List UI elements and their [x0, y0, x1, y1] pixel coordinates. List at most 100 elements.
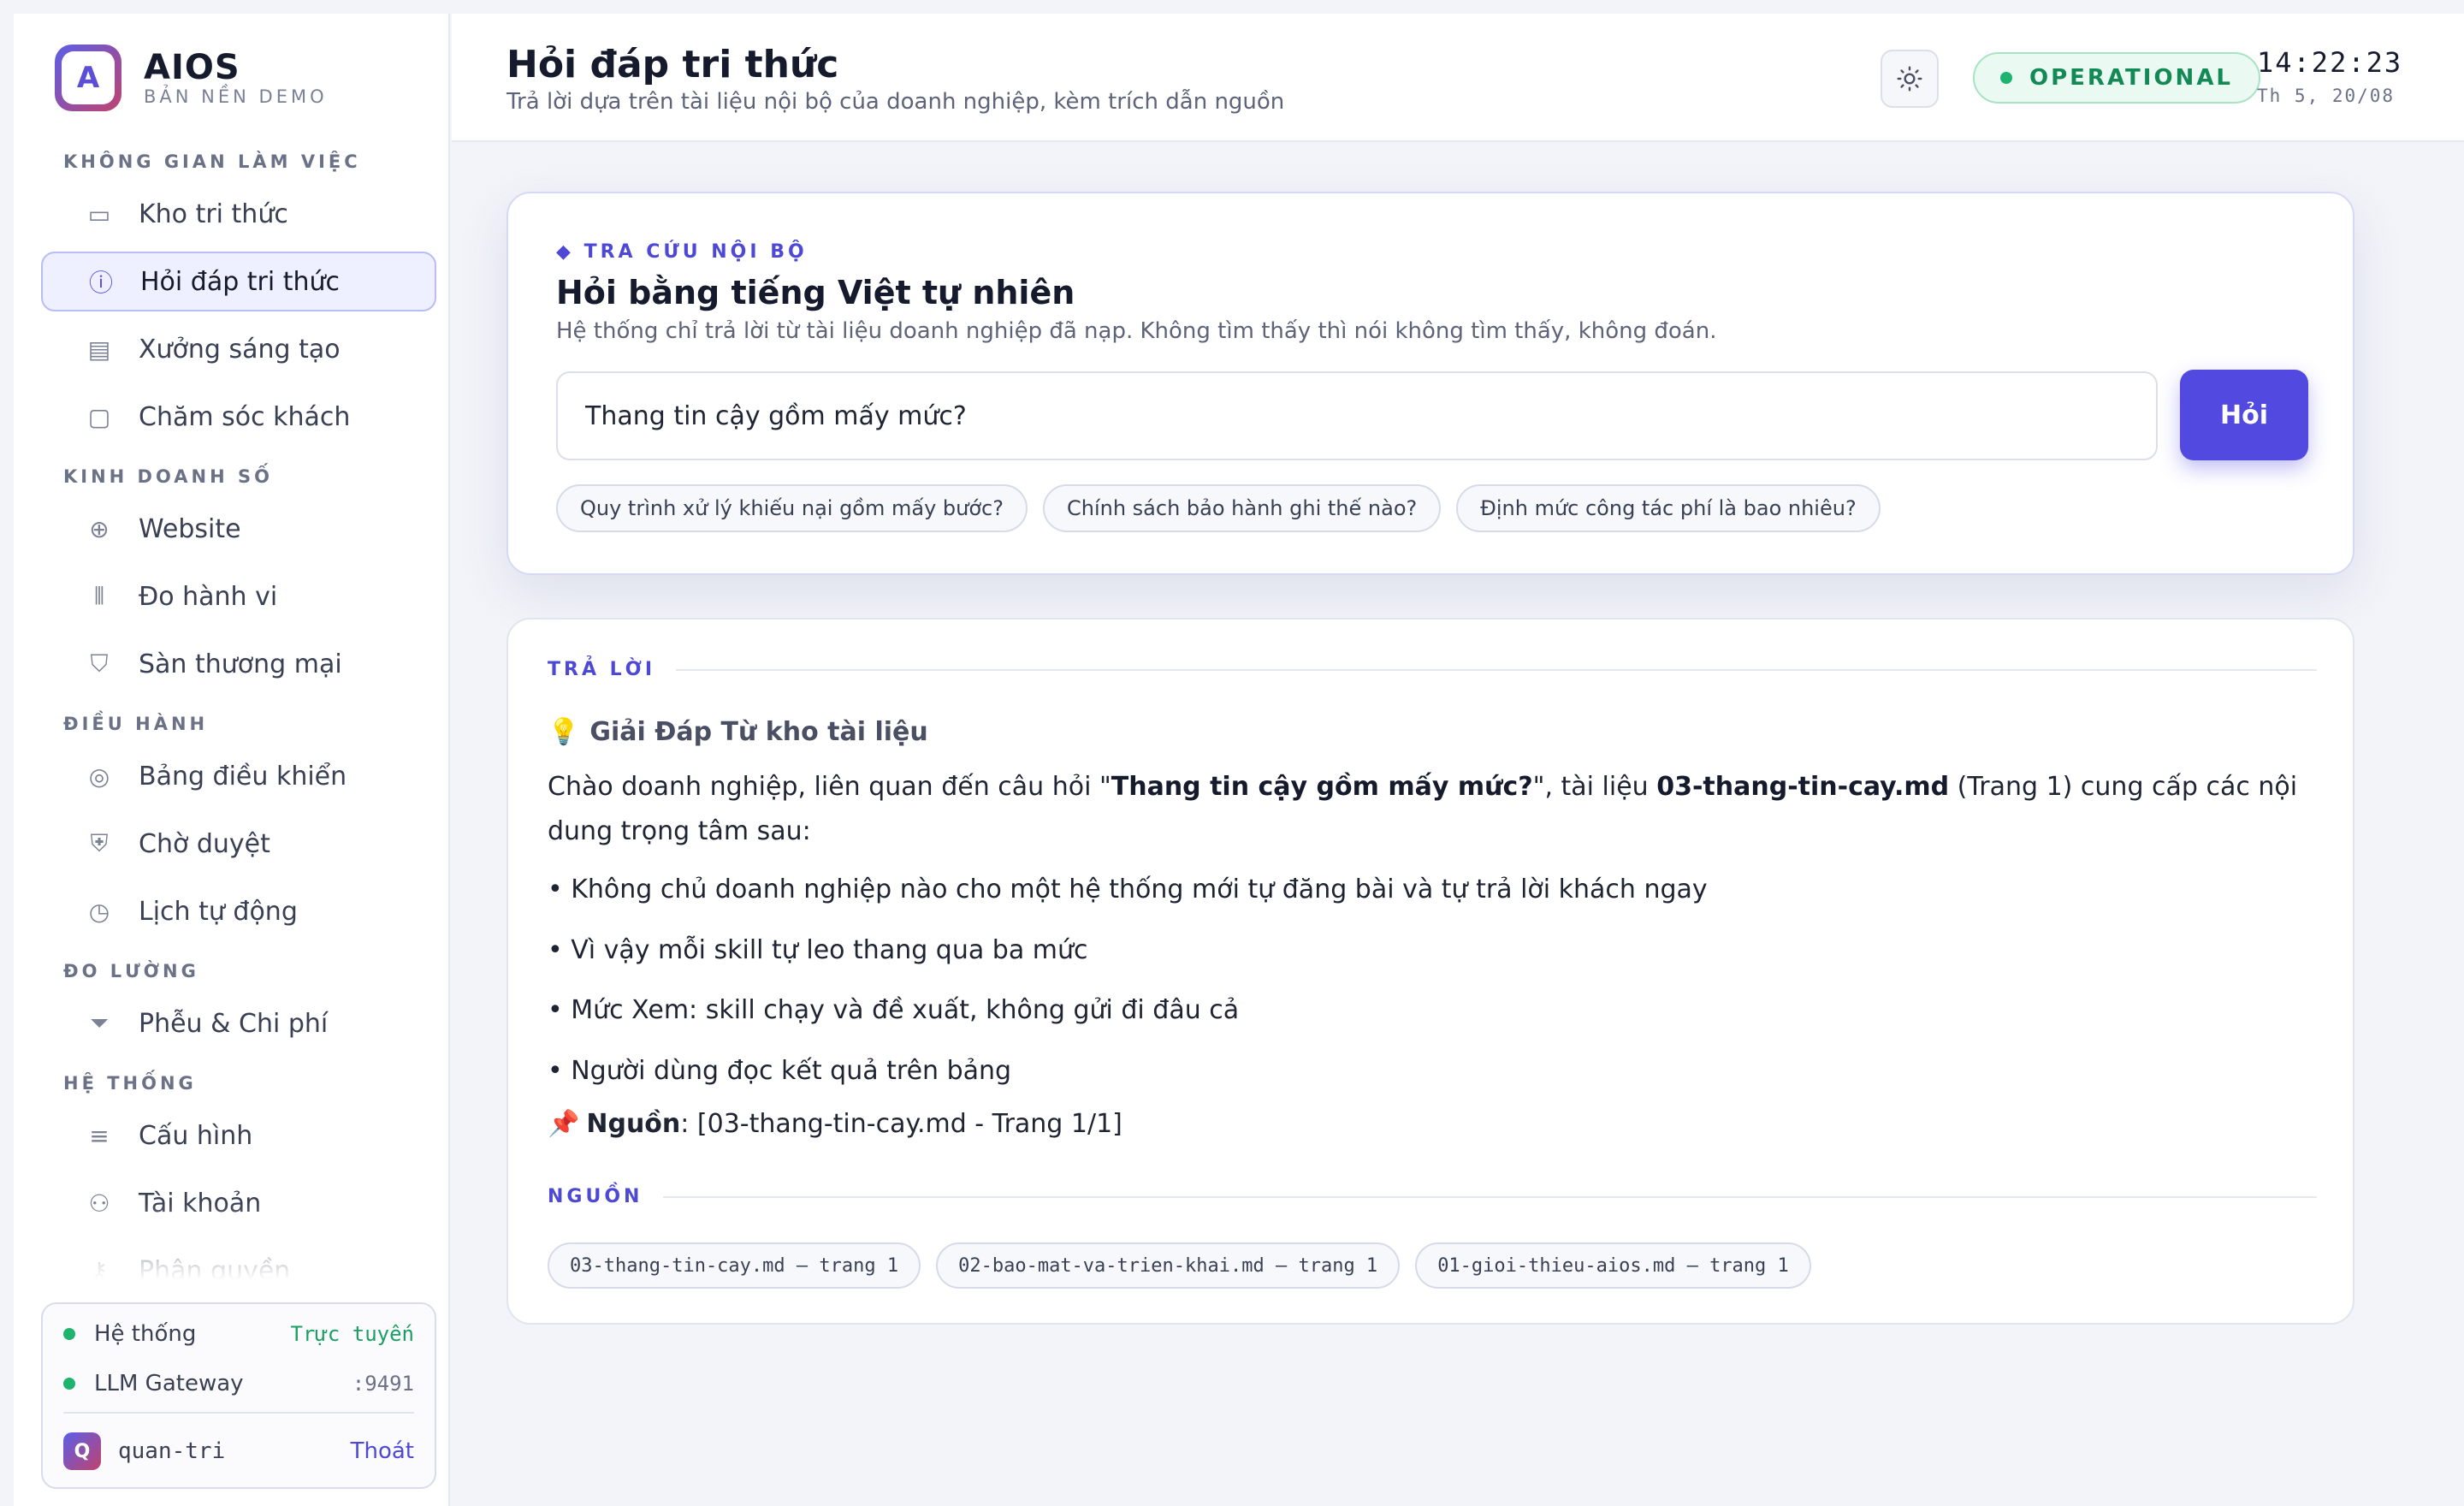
sidebar-item[interactable]: ⊕ Website: [41, 499, 436, 559]
status-badge-label: OPERATIONAL: [2029, 65, 2234, 91]
sources-section-label: NGUỒN: [548, 1186, 643, 1207]
source-chip[interactable]: 01-gioi-thieu-aios.md — trang 1: [1415, 1242, 1811, 1289]
answer-bullet: • Không chủ doanh nghiệp nào cho một hệ …: [548, 875, 1708, 904]
question-input[interactable]: [556, 371, 2158, 460]
divider: [63, 1412, 414, 1414]
nav-section-title: KHÔNG GIAN LÀM VIỆC: [63, 151, 361, 172]
query-title: Hỏi bằng tiếng Việt tự nhiên: [556, 274, 1075, 311]
nav-section-title: HỆ THỐNG: [63, 1073, 197, 1094]
avatar: Q: [63, 1432, 101, 1470]
sidebar-item-label: Hỏi đáp tri thức: [140, 266, 341, 297]
answer-heading-text: Giải Đáp Từ kho tài liệu: [589, 717, 928, 747]
system-status-label: Hệ thống: [94, 1321, 197, 1347]
sidebar-item-label: Kho tri thức: [139, 199, 288, 229]
query-card: ◆ TRA CỨU NỘI BỘ Hỏi bằng tiếng Việt tự …: [506, 192, 2354, 575]
page-subtitle: Trả lời dựa trên tài liệu nội bộ của doa…: [506, 89, 1285, 115]
ask-button[interactable]: Hỏi: [2180, 370, 2308, 460]
sidebar-item-label: Lịch tự động: [139, 896, 298, 927]
sidebar-item-label: Website: [139, 513, 241, 544]
book-icon: ▭: [87, 199, 111, 228]
answer-intro-mid: ", tài liệu: [1532, 772, 1657, 802]
answer-intro-question: Thang tin cậy gồm mấy mức?: [1111, 772, 1533, 802]
sidebar-item-label: Đo hành vi: [139, 581, 278, 612]
brand-name: AIOS: [144, 48, 240, 87]
answer-bullet: • Vì vậy mỗi skill tự leo thang qua ba m…: [548, 934, 1088, 965]
gateway-status-label: LLM Gateway: [94, 1371, 244, 1396]
sidebar: A AIOS BẢN NỀN DEMO KHÔNG GIAN LÀM VIỆC ▭…: [14, 14, 450, 1506]
sidebar-item-label: Chăm sóc khách: [139, 401, 351, 432]
logout-button[interactable]: Thoát: [351, 1438, 414, 1464]
page-header: Hỏi đáp tri thức Trả lời dựa trên tài li…: [452, 14, 2464, 142]
sidebar-item[interactable]: ⏷ Phễu & Chi phí: [41, 993, 436, 1053]
sidebar-item[interactable]: ◎ Bảng điều khiển: [41, 746, 436, 806]
lightbulb-icon: 💡: [548, 717, 580, 747]
user-row: Q quan-tri Thoát: [63, 1417, 414, 1485]
clock-date: Th 5, 20/08: [2257, 86, 2396, 106]
suggestion-chip[interactable]: Chính sách bảo hành ghi thế nào?: [1042, 484, 1442, 532]
sidebar-nav: KHÔNG GIAN LÀM VIỆC ▭ Kho tri thức ⓘ Hỏi đáp…: [41, 133, 436, 1280]
sidebar-item-label: Cấu hình: [139, 1120, 253, 1151]
source-chip[interactable]: 02-bao-mat-va-trien-khai.md — trang 1: [936, 1242, 1401, 1289]
sidebar-item[interactable]: ⛨ Chờ duyệt: [41, 814, 436, 874]
answer-heading: 💡 Giải Đáp Từ kho tài liệu: [548, 717, 928, 747]
answer-source-line: 📌 Nguồn: [03-thang-tin-cay.md - Trang 1/1…: [548, 1109, 1122, 1139]
globe-icon: ⊕: [89, 514, 110, 543]
system-status-row: Hệ thống Trực tuyến: [63, 1309, 414, 1359]
chat-icon: ▢: [87, 402, 111, 431]
system-status-value: Trực tuyến: [290, 1322, 415, 1346]
brand-subtitle: BẢN NỀN DEMO: [144, 86, 328, 107]
sidebar-item-label: Chờ duyệt: [139, 828, 270, 859]
sidebar-item-label: Phễu & Chi phí: [139, 1008, 329, 1039]
answer-intro-prefix: Chào doanh nghiệp, liên quan đến câu hỏi…: [548, 772, 1111, 802]
page-title: Hỏi đáp tri thức: [506, 43, 839, 86]
nav-section-title: ĐO LƯỜNG: [63, 961, 199, 981]
suggestion-chip[interactable]: Định mức công tác phí là bao nhiêu?: [1456, 484, 1881, 532]
brand-logo-letter: A: [62, 51, 115, 104]
status-dot: [63, 1328, 75, 1340]
brand[interactable]: A AIOS BẢN NỀN DEMO: [55, 44, 328, 111]
sources-section-header: NGUỒN: [548, 1186, 2317, 1207]
clock-icon: ◷: [88, 897, 110, 926]
status-badge: OPERATIONAL: [1973, 52, 2261, 104]
sidebar-item[interactable]: ◷ Lịch tự động: [41, 881, 436, 941]
clock: 14:22:23 Th 5, 20/08: [2257, 46, 2402, 106]
sidebar-item-label: Bảng điều khiển: [139, 761, 347, 792]
shopping-bag-icon: ⛉: [90, 649, 109, 678]
theme-toggle-button[interactable]: [1881, 50, 1939, 108]
sidebar-item[interactable]: ▢ Chăm sóc khách: [41, 387, 436, 447]
status-dot: [63, 1378, 75, 1390]
answer-bullet: • Mức Xem: skill chạy và đề xuất, không …: [548, 995, 1240, 1025]
sidebar-item[interactable]: ▤ Xưởng sáng tạo: [41, 319, 436, 379]
funnel-icon: ⏷: [89, 1009, 110, 1037]
source-chip[interactable]: 03-thang-tin-cay.md — trang 1: [548, 1242, 921, 1289]
sidebar-item-label: Sàn thương mại: [139, 649, 342, 679]
nav-section-title: KINH DOANH SỐ: [63, 466, 273, 487]
sidebar-item-label: Xưởng sáng tạo: [139, 334, 341, 365]
pushpin-icon: 📌: [548, 1109, 580, 1139]
answer-section-header: TRẢ LỜI: [548, 659, 2317, 680]
sidebar-item[interactable]: ⛉ Sàn thương mại: [41, 634, 436, 694]
shield-icon: ⛨: [90, 829, 109, 857]
suggestion-chip[interactable]: Quy trình xử lý khiếu nại gồm mấy bước?: [556, 484, 1028, 532]
divider: [676, 668, 2317, 671]
divider: [663, 1195, 2317, 1198]
sidebar-item[interactable]: ≡ Cấu hình: [41, 1106, 436, 1165]
sun-icon: [1897, 66, 1922, 92]
nav-scroll-fade: [41, 1203, 436, 1280]
answer-bullets: • Không chủ doanh nghiệp nào cho một hệ …: [548, 868, 2310, 1109]
status-dot: [2000, 72, 2012, 84]
sidebar-item[interactable]: ⫴ Đo hành vi: [41, 566, 436, 626]
gateway-status-row: LLM Gateway :9491: [63, 1359, 414, 1408]
sidebar-item[interactable]: ⓘ Hỏi đáp tri thức: [41, 252, 436, 311]
source-text: : [03-thang-tin-cay.md - Trang 1/1]: [680, 1109, 1122, 1139]
answer-bullet: • Người dùng đọc kết quả trên bảng: [548, 1055, 1012, 1086]
sliders-icon: ≡: [89, 1121, 110, 1150]
query-kicker: ◆ TRA CỨU NỘI BỘ: [556, 241, 808, 263]
sidebar-item[interactable]: ▭ Kho tri thức: [41, 184, 436, 244]
user-name: quan-tri: [118, 1438, 226, 1464]
source-label: Nguồn: [586, 1109, 681, 1139]
clock-time: 14:22:23: [2257, 46, 2403, 79]
gauge-icon: ◎: [88, 762, 110, 791]
media-icon: ▤: [87, 335, 111, 364]
source-chips: 03-thang-tin-cay.md — trang 1 02-bao-mat-…: [548, 1242, 1827, 1289]
